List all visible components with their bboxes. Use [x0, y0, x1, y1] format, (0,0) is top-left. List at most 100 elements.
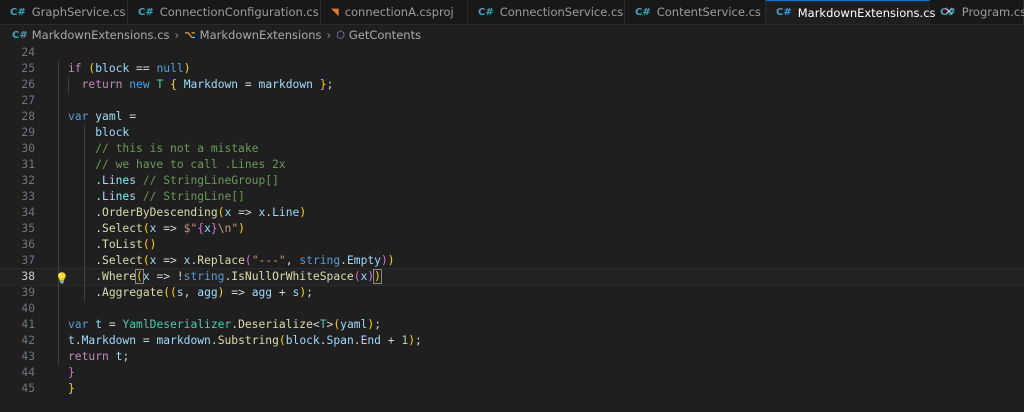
tab-label: ConnectionConfiguration.cs	[159, 5, 319, 19]
code-line[interactable]: 31 // we have to call .Lines 2x	[0, 157, 1024, 173]
line-number: 35	[21, 222, 35, 235]
code-token: ==	[129, 62, 157, 75]
code-line[interactable]: 45}	[0, 381, 1024, 397]
code-text: .Select(x => $"{x}\n")	[68, 221, 245, 237]
code-line[interactable]: 43 return t;	[0, 349, 1024, 365]
code-token: =	[122, 110, 137, 123]
csharp-icon: C#	[478, 6, 494, 18]
code-token: \n"	[217, 222, 239, 235]
code-token: OrderByDescending	[102, 206, 218, 219]
tab-label: ConnectionService.cs	[499, 5, 624, 19]
indent-guide	[68, 77, 69, 93]
code-token: )	[373, 269, 382, 284]
tab-connectiona-csproj[interactable]: ◥ connectionA.csproj	[321, 0, 468, 24]
code-line[interactable]: 27	[0, 93, 1024, 109]
code-token: }	[68, 382, 75, 395]
code-line[interactable]: 26 return new T { Markdown = markdown };	[0, 77, 1024, 93]
tab-graphservice-cs[interactable]: C# GraphService.cs	[0, 0, 128, 24]
code-token: =>	[224, 286, 252, 299]
breadcrumb-item[interactable]: ⬡ GetContents	[336, 28, 421, 42]
code-line[interactable]: 39 .Aggregate((s, agg) => agg + s);	[0, 285, 1024, 301]
code-line[interactable]: 44}	[0, 365, 1024, 381]
breadcrumb-item[interactable]: ⌥ MarkdownExtensions	[184, 28, 321, 42]
breadcrumb-item[interactable]: C# MarkdownExtensions.cs	[12, 28, 170, 42]
code-token: t	[68, 334, 75, 347]
line-number: 27	[21, 94, 35, 107]
code-token: (	[353, 270, 361, 283]
code-line[interactable]: 33 .Lines // StringLine[]	[0, 189, 1024, 205]
tab-connectionconfiguration-cs[interactable]: C# ConnectionConfiguration.cs	[128, 0, 321, 24]
code-token: )	[380, 254, 388, 267]
code-token: Substring	[217, 334, 279, 347]
code-text: // we have to call .Lines 2x	[68, 157, 285, 173]
code-token: Select	[102, 254, 143, 267]
code-text: .ToList()	[68, 237, 156, 253]
code-line[interactable]: 32 .Lines // StringLineGroup[]	[0, 173, 1024, 189]
code-line[interactable]: 37 .Select(x => x.Replace("---", string.…	[0, 253, 1024, 269]
code-token: .	[319, 334, 327, 347]
code-line[interactable]: 25 if (block == null)	[0, 61, 1024, 77]
code-token: x	[204, 222, 211, 235]
code-line[interactable]: 34 .OrderByDescending(x => x.Line)	[0, 205, 1024, 221]
code-token: .	[74, 334, 82, 347]
tab-markdownextensions-cs[interactable]: C# MarkdownExtensions.cs ✕	[766, 0, 954, 24]
line-number: 41	[21, 318, 35, 331]
code-token: .	[68, 222, 103, 235]
code-token: $"	[183, 222, 198, 235]
csharp-icon: C#	[10, 6, 26, 18]
csharp-icon: C#	[635, 6, 651, 18]
code-line[interactable]: 42 t.Markdown = markdown.Substring(block.…	[0, 333, 1024, 349]
tab-label: ContentService.cs	[656, 5, 761, 19]
code-token: Aggregate	[102, 286, 164, 299]
breadcrumb-label: MarkdownExtensions.cs	[31, 28, 170, 42]
tab-contentservice-cs[interactable]: C# ContentService.cs	[625, 0, 766, 24]
breadcrumb: C# MarkdownExtensions.cs › ⌥ MarkdownExtensi…	[0, 25, 1024, 45]
code-editor[interactable]: 45} 44} 43 return t; 42 t.Markdown = markdown…	[0, 45, 1024, 412]
code-token: }	[319, 78, 327, 91]
code-token: )	[408, 334, 416, 347]
code-token: Replace	[197, 254, 245, 267]
code-token: =>	[156, 254, 184, 267]
line-number: 30	[21, 142, 35, 155]
code-line[interactable]: 35 .Select(x => $"{x}\n")	[0, 221, 1024, 237]
tab-connectionservice-cs[interactable]: C# ConnectionService.cs	[468, 0, 625, 24]
code-token: +	[380, 334, 402, 347]
code-token: .	[353, 334, 361, 347]
code-text: .Lines // StringLineGroup[]	[68, 173, 279, 189]
code-token: (	[135, 269, 144, 284]
code-line[interactable]: 24	[0, 45, 1024, 61]
tab-program-cs[interactable]: C# Program.cs	[930, 0, 1024, 24]
code-token: IsNullOrWhiteSpace	[231, 270, 354, 283]
code-token: string	[299, 254, 341, 267]
code-text: t.Markdown = markdown.Substring(block.Sp…	[68, 333, 422, 349]
code-token: )	[183, 62, 191, 75]
indent-guide	[58, 61, 59, 365]
code-token: markdown	[156, 334, 211, 347]
code-text: return t;	[68, 349, 129, 365]
code-text: if (block == null)	[68, 61, 191, 77]
code-token: ()	[142, 238, 157, 251]
rss-icon: ◥	[331, 6, 339, 18]
editor-tab-bar: C# GraphService.cs C# ConnectionConfigurati…	[0, 0, 1024, 25]
chevron-right-icon: ›	[174, 28, 180, 42]
code-text: }	[68, 381, 75, 397]
code-line[interactable]: 41 var t = YamlDeserializer.Deserialize<T…	[0, 317, 1024, 333]
code-line[interactable]: 30 // this is not a mistake	[0, 141, 1024, 157]
code-token: .	[68, 270, 103, 283]
code-token: s	[176, 286, 184, 299]
lightbulb-icon[interactable]: 💡	[55, 272, 69, 285]
code-token: x	[142, 270, 150, 283]
code-line[interactable]: 36 .ToList()	[0, 237, 1024, 253]
code-line[interactable]: 40	[0, 301, 1024, 317]
code-line[interactable]: 28 var yaml =	[0, 109, 1024, 125]
code-line[interactable]: 29 block	[0, 125, 1024, 141]
code-token: .	[340, 254, 347, 267]
code-token: Select	[102, 222, 143, 235]
code-line[interactable]: 38 .Where(x => !string.IsNullOrWhiteSpac…	[0, 268, 1024, 286]
code-token: =	[102, 318, 123, 331]
code-text: .Select(x => x.Replace("---", string.Emp…	[68, 253, 394, 269]
code-token: ;	[306, 286, 313, 299]
